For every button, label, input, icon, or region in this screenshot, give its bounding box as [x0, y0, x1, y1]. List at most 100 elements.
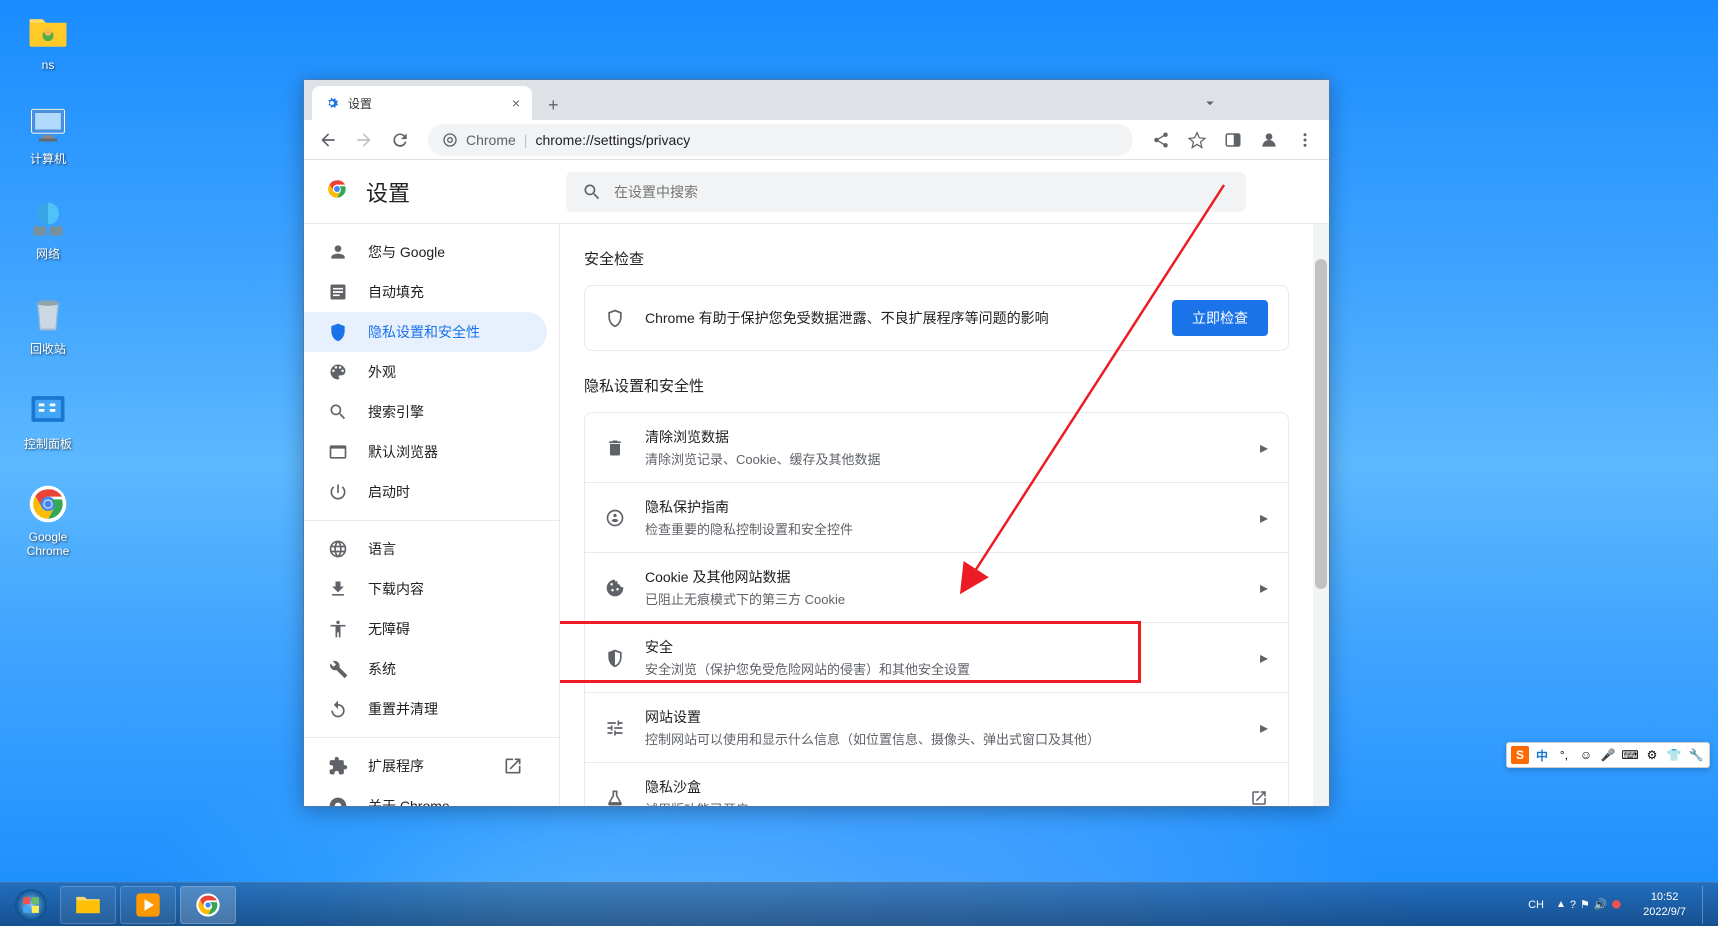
accessibility-icon — [328, 619, 348, 639]
browser-icon — [328, 442, 348, 462]
sidebar-item-reset-cleanup[interactable]: 重置并清理 — [304, 689, 547, 729]
ime-keyboard-icon[interactable]: ⌨ — [1621, 746, 1639, 764]
search-icon — [582, 182, 602, 202]
tray-security-icon[interactable]: ⬣ — [1612, 898, 1622, 911]
ime-emoji-icon[interactable]: ☺ — [1577, 746, 1595, 764]
tab-overflow-button[interactable] — [1201, 94, 1219, 117]
sidebar-item-default-browser[interactable]: 默认浏览器 — [304, 432, 547, 472]
back-button[interactable] — [312, 124, 344, 156]
setting-row-privacy-sandbox[interactable]: 隐私沙盒试用版功能已开启 — [585, 762, 1288, 806]
ime-tool-icon[interactable]: 🔧 — [1687, 746, 1705, 764]
sidebar-item-label: 默认浏览器 — [368, 442, 438, 462]
sidebar-item-languages[interactable]: 语言 — [304, 529, 547, 569]
sidebar-item-search-engine[interactable]: 搜索引擎 — [304, 392, 547, 432]
tray-flag-icon[interactable]: ⚑ — [1580, 898, 1590, 911]
sidebar-item-about-chrome[interactable]: 关于 Chrome — [304, 786, 547, 806]
ime-logo-icon[interactable]: S — [1511, 746, 1529, 764]
setting-row-privacy-guide[interactable]: 隐私保护指南检查重要的隐私控制设置和安全控件 ▸ — [585, 482, 1288, 552]
settings-search-input[interactable] — [614, 184, 1230, 200]
tray-volume-icon[interactable]: 🔊 — [1594, 898, 1608, 911]
sidebar-item-extensions[interactable]: 扩展程序 — [304, 746, 547, 786]
shield-icon — [328, 322, 348, 342]
share-button[interactable] — [1145, 124, 1177, 156]
wrench-icon — [328, 659, 348, 679]
setting-row-clear-browsing-data[interactable]: 清除浏览数据清除浏览记录、Cookie、缓存及其他数据 ▸ — [585, 413, 1288, 482]
address-input[interactable]: Chrome | chrome://settings/privacy — [428, 124, 1133, 156]
start-button[interactable] — [4, 885, 58, 925]
sidebar-item-autofill[interactable]: 自动填充 — [304, 272, 547, 312]
sidebar-item-you-and-google[interactable]: 您与 Google — [304, 232, 547, 272]
tray-icons[interactable]: ▲ ? ⚑ 🔊 ⬣ — [1550, 894, 1627, 915]
scrollbar[interactable] — [1313, 224, 1329, 806]
desktop-icon-label: 计算机 — [30, 150, 66, 167]
sidebar-item-on-startup[interactable]: 启动时 — [304, 472, 547, 512]
desktop-icon-recycle-bin[interactable]: 回收站 — [12, 290, 84, 357]
sidebar-item-label: 启动时 — [368, 482, 410, 502]
ime-skin-icon[interactable]: 👕 — [1665, 746, 1683, 764]
tray-lang-indicator[interactable]: CH — [1528, 899, 1544, 911]
sidebar-item-privacy-security[interactable]: 隐私设置和安全性 — [304, 312, 547, 352]
address-bar: Chrome | chrome://settings/privacy — [304, 120, 1329, 160]
browser-window: ─ ▢ ✕ 设置 × + Chrome | chrom — [303, 79, 1330, 807]
forward-button[interactable] — [348, 124, 380, 156]
close-icon[interactable]: × — [512, 95, 520, 111]
external-link-icon — [1250, 789, 1268, 807]
ime-lang-indicator[interactable]: 中 — [1533, 746, 1551, 764]
sidebar-item-label: 关于 Chrome — [368, 796, 450, 806]
taskbar: CH ▲ ? ⚑ 🔊 ⬣ 10:52 2022/9/7 — [0, 882, 1718, 926]
setting-subtitle: 已阻止无痕模式下的第三方 Cookie — [645, 589, 1240, 608]
extension-icon — [328, 756, 348, 776]
ime-option-icon[interactable]: ⚙ — [1643, 746, 1661, 764]
sidebar-item-appearance[interactable]: 外观 — [304, 352, 547, 392]
tray-help-icon[interactable]: ? — [1570, 899, 1576, 911]
section-title-privacy: 隐私设置和安全性 — [584, 375, 1289, 396]
desktop-icon-label: 回收站 — [30, 340, 66, 357]
taskbar-clock[interactable]: 10:52 2022/9/7 — [1633, 890, 1696, 919]
settings-header: 设置 — [304, 160, 1329, 224]
chevron-right-icon: ▸ — [1260, 648, 1268, 668]
sidebar-item-accessibility[interactable]: 无障碍 — [304, 609, 547, 649]
desktop-icon-control-panel[interactable]: 控制面板 — [12, 385, 84, 452]
menu-button[interactable] — [1289, 124, 1321, 156]
tray-chevron-up-icon[interactable]: ▲ — [1556, 899, 1566, 910]
setting-subtitle: 检查重要的隐私控制设置和安全控件 — [645, 519, 1240, 538]
setting-row-security[interactable]: 安全安全浏览（保护您免受危险网站的侵害）和其他安全设置 ▸ — [585, 622, 1288, 692]
control-panel-icon — [24, 385, 72, 433]
taskbar-item-chrome[interactable] — [180, 886, 236, 924]
desktop-icon-ns[interactable]: ns — [12, 8, 84, 72]
ime-voice-icon[interactable]: 🎤 — [1599, 746, 1617, 764]
address-url: chrome://settings/privacy — [535, 132, 690, 148]
safety-check-desc: Chrome 有助于保护您免受数据泄露、不良扩展程序等问题的影响 — [645, 308, 1152, 328]
reload-button[interactable] — [384, 124, 416, 156]
setting-row-site-settings[interactable]: 网站设置控制网站可以使用和显示什么信息（如位置信息、摄像头、弹出式窗口及其他） … — [585, 692, 1288, 762]
desktop-icon-label: Google Chrome — [12, 530, 84, 558]
sidebar-item-downloads[interactable]: 下载内容 — [304, 569, 547, 609]
new-tab-button[interactable]: + — [540, 91, 567, 120]
taskbar-item-media-player[interactable] — [120, 886, 176, 924]
bookmark-button[interactable] — [1181, 124, 1213, 156]
chrome-icon — [328, 796, 348, 806]
sidebar-item-label: 语言 — [368, 539, 396, 559]
browser-tab[interactable]: 设置 × — [312, 86, 532, 120]
desktop-icon-label: ns — [42, 58, 55, 72]
taskbar-item-explorer[interactable] — [60, 886, 116, 924]
chrome-icon — [24, 480, 72, 528]
address-prefix: Chrome — [466, 132, 516, 148]
reset-icon — [328, 699, 348, 719]
chrome-prefix-icon — [442, 132, 458, 148]
desktop-icon-network[interactable]: 网络 — [12, 195, 84, 262]
check-now-button[interactable]: 立即检查 — [1172, 300, 1268, 336]
scrollbar-thumb[interactable] — [1315, 259, 1327, 589]
show-desktop-button[interactable] — [1702, 886, 1710, 924]
side-panel-button[interactable] — [1217, 124, 1249, 156]
settings-search[interactable] — [566, 172, 1246, 212]
sidebar-item-system[interactable]: 系统 — [304, 649, 547, 689]
ime-punct-icon[interactable]: °, — [1555, 746, 1573, 764]
setting-row-cookies[interactable]: Cookie 及其他网站数据已阻止无痕模式下的第三方 Cookie ▸ — [585, 552, 1288, 622]
ime-toolbar[interactable]: S 中 °, ☺ 🎤 ⌨ ⚙ 👕 🔧 — [1506, 742, 1710, 768]
profile-button[interactable] — [1253, 124, 1285, 156]
settings-title: 设置 — [366, 176, 410, 208]
computer-icon — [24, 100, 72, 148]
desktop-icon-computer[interactable]: 计算机 — [12, 100, 84, 167]
desktop-icon-google-chrome[interactable]: Google Chrome — [12, 480, 84, 558]
